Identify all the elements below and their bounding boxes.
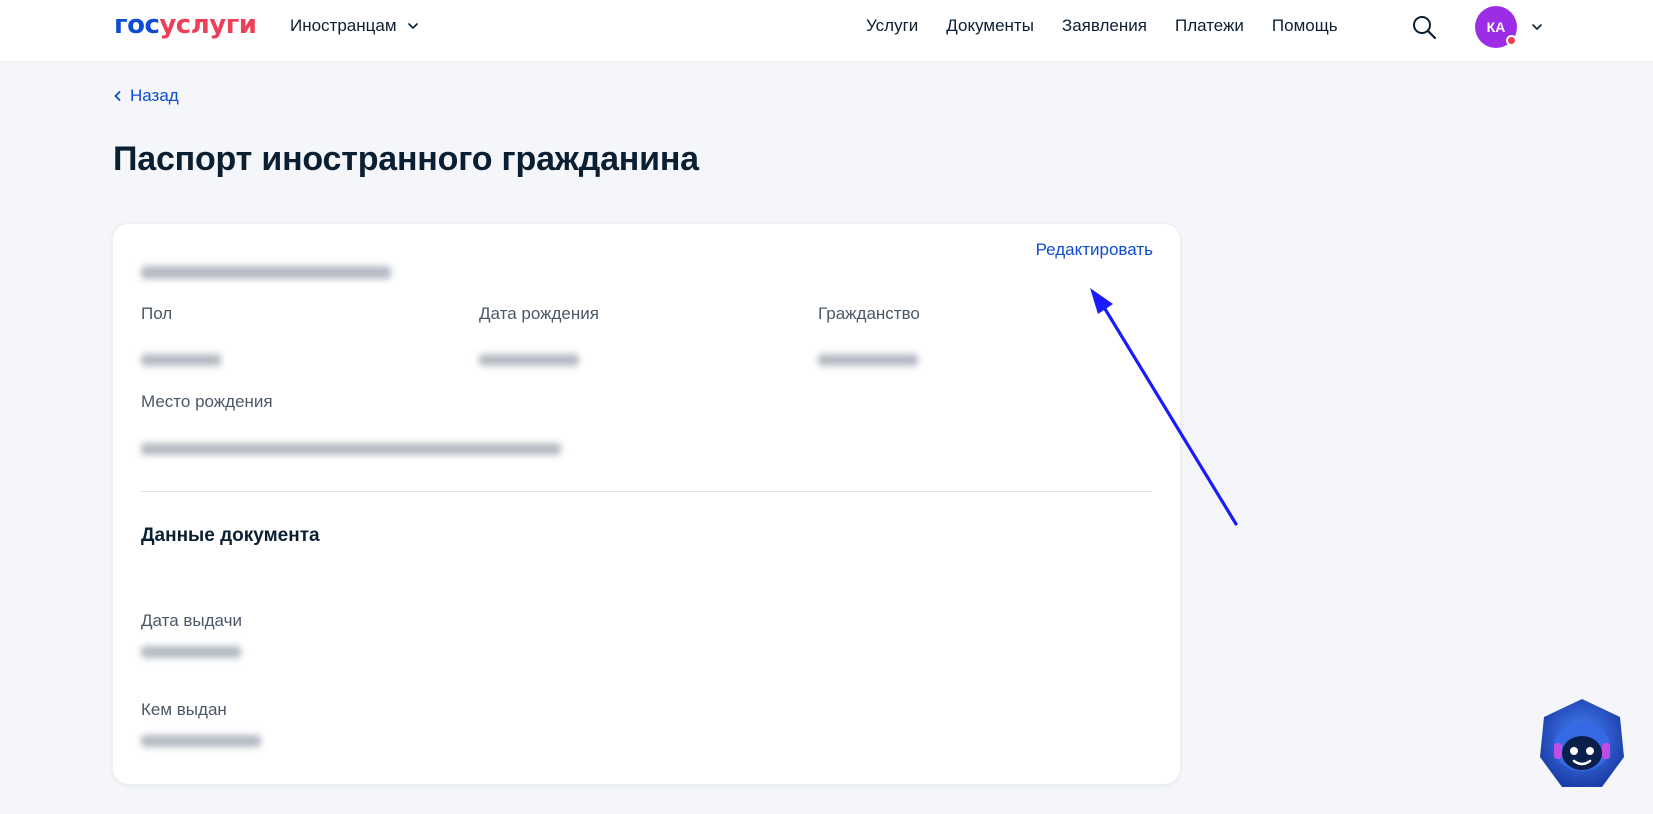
issue-date-value-blurred (141, 646, 241, 658)
back-link[interactable]: Назад (113, 86, 179, 106)
audience-label: Иностранцам (290, 16, 397, 35)
logo-part-uslugi: услуги (159, 10, 257, 40)
issued-by-value-blurred (141, 735, 261, 747)
birth-place-label: Место рождения (141, 392, 273, 411)
issued-by-label: Кем выдан (141, 700, 227, 719)
chevron-left-icon (114, 91, 121, 101)
birth-place-value-blurred (141, 443, 561, 455)
citizenship-label: Гражданство (818, 304, 920, 323)
logo-part-gos: гос (114, 10, 160, 40)
citizenship-value-blurred (818, 354, 918, 366)
notification-dot (1506, 35, 1517, 46)
birth-date-value-blurred (479, 354, 579, 366)
assistant-robot-icon[interactable] (1532, 695, 1632, 795)
issue-date-label: Дата выдачи (141, 611, 242, 630)
avatar-initials: КА (1486, 19, 1506, 35)
nav-applications[interactable]: Заявления (1062, 16, 1147, 36)
search-icon[interactable] (1410, 13, 1438, 41)
back-label: Назад (130, 86, 179, 105)
avatar[interactable]: КА (1475, 6, 1517, 48)
user-menu[interactable]: КА (1475, 6, 1543, 48)
main-nav: Услуги Документы Заявления Платежи Помощ… (866, 16, 1338, 36)
edit-link[interactable]: Редактировать (1036, 240, 1153, 260)
nav-documents[interactable]: Документы (946, 16, 1034, 36)
audience-dropdown[interactable]: Иностранцам (290, 16, 419, 36)
gender-label: Пол (141, 304, 173, 323)
birth-date-label: Дата рождения (479, 304, 599, 323)
divider (141, 491, 1152, 492)
chevron-down-icon (1532, 24, 1542, 30)
nav-payments[interactable]: Платежи (1175, 16, 1244, 36)
top-header: госуслуги Иностранцам Услуги Документы З… (0, 0, 1653, 62)
chevron-down-icon (407, 23, 418, 29)
document-section-title: Данные документа (141, 525, 320, 546)
nav-services[interactable]: Услуги (866, 16, 918, 36)
gender-value-blurred (141, 354, 221, 366)
passport-card: Редактировать Пол Дата рождения Гражданс… (113, 224, 1180, 784)
gosuslugi-logo[interactable]: госуслуги (114, 10, 257, 40)
page-title: Паспорт иностранного гражданина (113, 140, 699, 178)
full-name-value-blurred (141, 266, 391, 279)
nav-help[interactable]: Помощь (1272, 16, 1338, 36)
